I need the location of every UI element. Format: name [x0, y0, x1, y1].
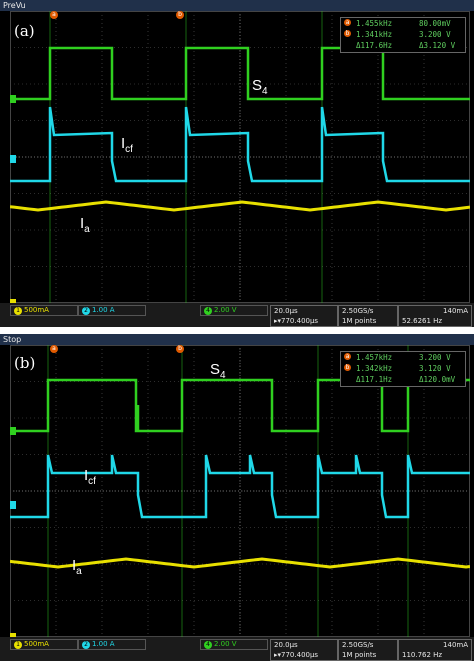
icf-label: Icf [121, 135, 133, 155]
ch4-scale[interactable]: 4 2.00 V [200, 639, 268, 650]
cursor-a-marker[interactable]: a [50, 11, 58, 19]
icf-label: Icf [84, 467, 96, 487]
scope-panel-b: Stop a b (b) S4 Icf Ia a 1.457kHz 3.200 V … [0, 334, 474, 661]
trigger-box[interactable]: 140mA 52.6261 Hz [398, 305, 472, 327]
sample-rate-box: 2.50GS/s 1M points [338, 305, 398, 327]
s4-label: S4 [252, 77, 268, 97]
sample-rate-box: 2.50GS/s 1M points [338, 639, 398, 661]
channel-level-marker [10, 155, 16, 163]
channel-level-marker [10, 427, 16, 435]
timebase-box[interactable]: 20.0µs ▸▾770.400µs [270, 305, 338, 327]
waveform-plot [10, 345, 470, 637]
ch2-scale[interactable]: 2 1.00 A [78, 305, 146, 316]
cursor-b-marker[interactable]: b [176, 11, 184, 19]
panel-label: (a) [14, 22, 35, 40]
cursor-b-marker[interactable]: b [176, 345, 184, 353]
s4-label: S4 [210, 361, 226, 381]
ch1-scale[interactable]: 1 500mA [10, 305, 78, 316]
status-bar: Stop [0, 334, 474, 345]
status-bar: PreVu [0, 0, 474, 11]
run-status: PreVu [3, 1, 26, 10]
status-footer: 1 500mA 2 1.00 A 4 2.00 V 20.0µs ▸▾770.400µs… [0, 303, 474, 327]
waveform-area[interactable] [10, 345, 470, 637]
channel-level-marker [10, 501, 16, 509]
channel-level-marker [10, 95, 16, 103]
waveform-plot [10, 11, 470, 303]
timebase-box[interactable]: 20.0µs ▸▾770.400µs [270, 639, 338, 661]
status-footer: 1 500mA 2 1.00 A 4 2.00 V 20.0µs ▸▾770.400µs… [0, 637, 474, 661]
waveform-area[interactable] [10, 11, 470, 303]
cursor-measurement-box: a 1.455kHz 80.00mV b 1.341kHz 3.200 V Δ117.6… [340, 17, 466, 53]
ch4-scale[interactable]: 4 2.00 V [200, 305, 268, 316]
cursor-a-marker[interactable]: a [50, 345, 58, 353]
run-status: Stop [3, 335, 22, 344]
panel-label: (b) [14, 354, 36, 372]
ia-label: Ia [72, 557, 82, 577]
ch1-scale[interactable]: 1 500mA [10, 639, 78, 650]
cursor-measurement-box: a 1.457kHz 3.200 V b 1.342kHz 3.120 V Δ117.1… [340, 351, 466, 387]
trigger-box[interactable]: 140mA 110.762 Hz [398, 639, 472, 661]
ch2-scale[interactable]: 2 1.00 A [78, 639, 146, 650]
scope-panel-a: PreVu a b (a) S4 Icf Ia a 1.455kHz 80.00mV… [0, 0, 474, 327]
ia-label: Ia [80, 215, 90, 235]
